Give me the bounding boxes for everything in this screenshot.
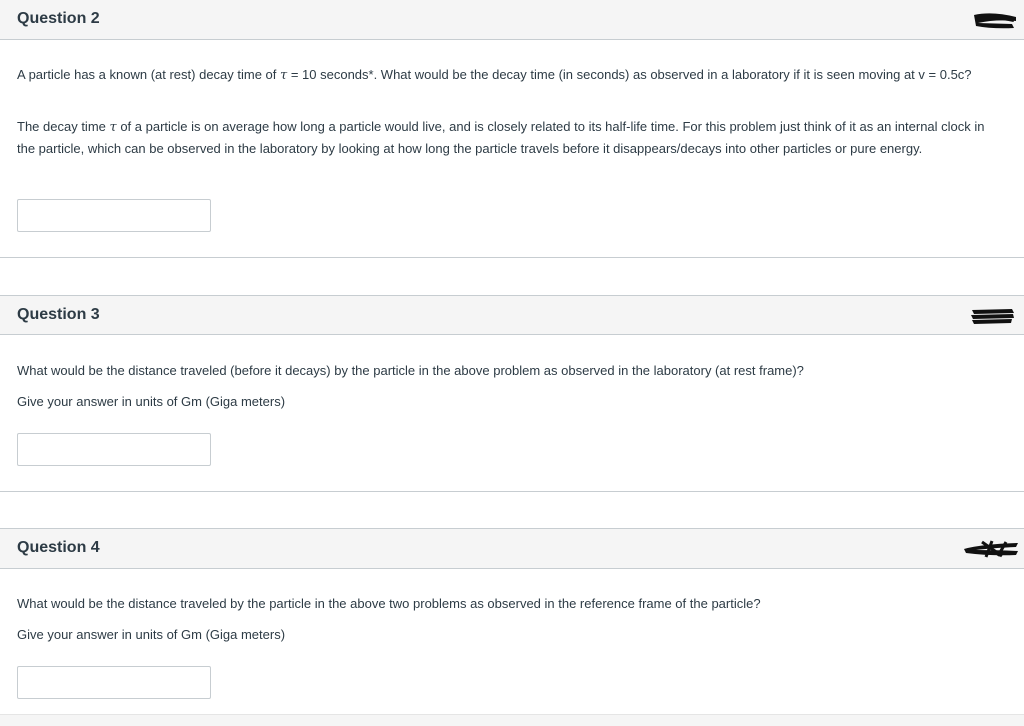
question-3-prompt: What would be the distance traveled (bef… <box>17 363 804 378</box>
question-3-answer-input[interactable] <box>17 433 211 466</box>
question-4-title: Question 4 <box>17 539 100 556</box>
question-3-units: Give your answer in units of Gm (Giga me… <box>17 394 286 409</box>
redaction-mark-icon <box>971 309 1014 324</box>
question-4-header: Question 4 <box>0 528 1024 569</box>
question-2-explanation: The decay time τ of a particle is on ave… <box>17 119 985 156</box>
question-3-header: Question 3 <box>0 295 1024 335</box>
question-2-prompt: A particle has a known (at rest) decay t… <box>17 67 972 83</box>
question-4-answer-input[interactable] <box>17 666 211 699</box>
question-2-header: Question 2 <box>0 0 1024 40</box>
redaction-mark-icon <box>974 13 1016 29</box>
question-2-divider <box>0 257 1024 258</box>
question-3-divider <box>0 491 1024 492</box>
question-4-prompt: What would be the distance traveled by t… <box>17 596 761 611</box>
bottom-strip <box>0 714 1024 726</box>
question-2-title: Question 2 <box>17 10 100 27</box>
redaction-mark-icon <box>964 540 1018 558</box>
question-3-title: Question 3 <box>17 306 100 323</box>
question-4-units: Give your answer in units of Gm (Giga me… <box>17 627 286 642</box>
question-2-answer-input[interactable] <box>17 199 211 232</box>
